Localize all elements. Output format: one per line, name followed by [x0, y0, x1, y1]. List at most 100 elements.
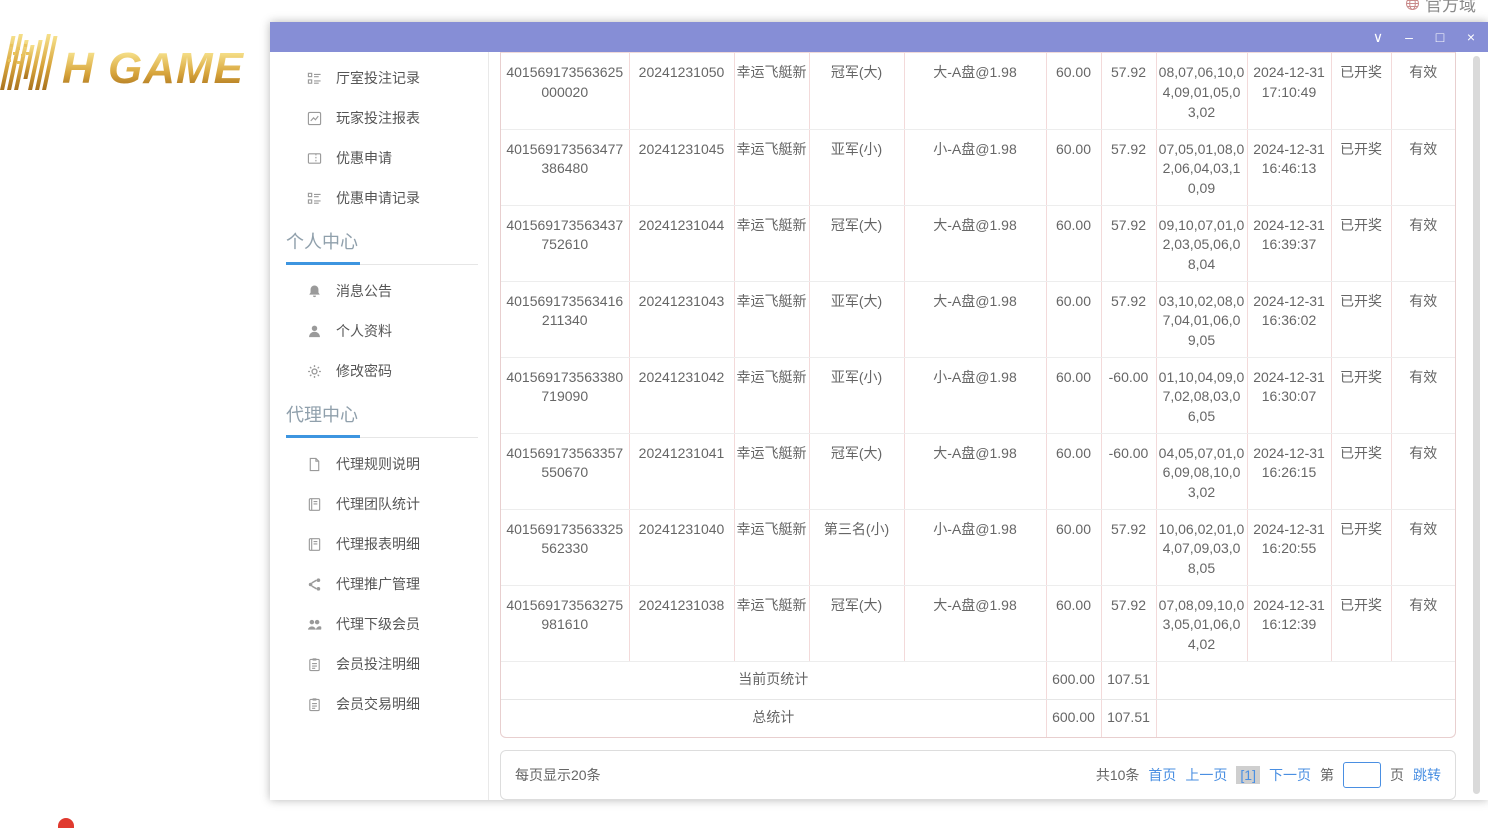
cell-status: 已开奖: [1331, 205, 1391, 281]
cell-content: 小-A盘@1.98: [904, 357, 1046, 433]
table-row: 40156917356338071909020241231042幸运飞艇新亚军(…: [501, 357, 1455, 433]
minimize-button[interactable]: –: [1396, 24, 1422, 50]
prev-page-link[interactable]: 上一页: [1185, 765, 1227, 785]
sidebar-item-label: 代理报表明细: [336, 534, 420, 554]
sidebar-item-label: 优惠申请: [336, 148, 392, 168]
sidebar-item[interactable]: 个人资料: [270, 311, 488, 351]
sidebar-item[interactable]: 消息公告: [270, 271, 488, 311]
clipboard-icon: [306, 696, 322, 712]
cell-order-id: 401569173563416211340: [501, 281, 629, 357]
sidebar-item[interactable]: 代理团队统计: [270, 484, 488, 524]
cell-time: 2024-12-31 16:36:02: [1247, 281, 1331, 357]
cell-play: 亚军(小): [809, 357, 904, 433]
cell-status: 已开奖: [1331, 357, 1391, 433]
cell-win-loss: 57.92: [1101, 53, 1156, 129]
share-icon: [306, 576, 322, 592]
window-content: 厅室投注记录玩家投注报表优惠申请优惠申请记录个人中心消息公告个人资料修改密码代理…: [270, 52, 1488, 800]
cell-game: 幸运飞艇新: [734, 53, 809, 129]
sidebar-item-label: 代理推广管理: [336, 574, 420, 594]
sidebar-section-header: 代理中心: [286, 401, 472, 438]
cell-time: 2024-12-31 16:12:39: [1247, 585, 1331, 661]
cell-status: 已开奖: [1331, 53, 1391, 129]
sidebar-item[interactable]: 优惠申请记录: [270, 178, 488, 218]
sidebar-item[interactable]: 修改密码: [270, 351, 488, 391]
sidebar-item[interactable]: 代理报表明细: [270, 524, 488, 564]
sidebar-item[interactable]: 代理下级会员: [270, 604, 488, 644]
stats-empty: [1156, 699, 1455, 737]
table-body: 40156917356362500002020241231050幸运飞艇新冠军(…: [501, 53, 1455, 737]
cell-valid: 有效: [1391, 53, 1455, 129]
current-page-indicator: [1]: [1236, 766, 1260, 784]
cell-result: 09,10,07,01,02,03,05,06,08,04: [1156, 205, 1247, 281]
cell-amount: 60.00: [1046, 53, 1101, 129]
sidebar-item[interactable]: 优惠申请: [270, 138, 488, 178]
cell-period: 20241231040: [629, 509, 734, 585]
next-page-link[interactable]: 下一页: [1269, 765, 1311, 785]
close-button[interactable]: ×: [1458, 24, 1484, 50]
cell-content: 小-A盘@1.98: [904, 509, 1046, 585]
table-row: 40156917356341621134020241231043幸运飞艇新亚军(…: [501, 281, 1455, 357]
cell-game: 幸运飞艇新: [734, 509, 809, 585]
bet-records-table-wrap: 40156917356362500002020241231050幸运飞艇新冠军(…: [500, 52, 1456, 738]
cell-content: 大-A盘@1.98: [904, 205, 1046, 281]
sidebar-item[interactable]: 代理推广管理: [270, 564, 488, 604]
sidebar-item[interactable]: 代理规则说明: [270, 444, 488, 484]
stats-label: 总统计: [501, 699, 1046, 737]
table-row: 40156917356343775261020241231044幸运飞艇新冠军(…: [501, 205, 1455, 281]
cell-result: 10,06,02,01,04,07,09,03,08,05: [1156, 509, 1247, 585]
sidebar-item-label: 代理规则说明: [336, 454, 420, 474]
sidebar-item-label: 修改密码: [336, 361, 392, 381]
cell-amount: 60.00: [1046, 281, 1101, 357]
sidebar: 厅室投注记录玩家投注报表优惠申请优惠申请记录个人中心消息公告个人资料修改密码代理…: [270, 52, 489, 800]
cell-valid: 有效: [1391, 357, 1455, 433]
sidebar-item[interactable]: 厅室投注记录: [270, 58, 488, 98]
section-underline: [286, 435, 478, 438]
maximize-button[interactable]: □: [1427, 24, 1453, 50]
cell-game: 幸运飞艇新: [734, 281, 809, 357]
sidebar-item[interactable]: 玩家投注报表: [270, 98, 488, 138]
file-icon: [306, 456, 322, 472]
logo-dots: [8, 44, 38, 70]
cell-result: 03,10,02,08,07,04,01,06,09,05: [1156, 281, 1247, 357]
jump-link[interactable]: 跳转: [1413, 765, 1441, 785]
sidebar-item[interactable]: 会员投注明细: [270, 644, 488, 684]
cell-order-id: 401569173563437752610: [501, 205, 629, 281]
cell-order-id: 401569173563275981610: [501, 585, 629, 661]
page-number-input[interactable]: [1343, 762, 1381, 788]
bet-records-table: 40156917356362500002020241231050幸运飞艇新冠军(…: [501, 53, 1455, 738]
cell-content: 小-A盘@1.98: [904, 129, 1046, 205]
stats-win-loss: 107.51: [1101, 661, 1156, 699]
cell-play: 冠军(大): [809, 205, 904, 281]
first-page-link[interactable]: 首页: [1148, 765, 1176, 785]
cell-result: 01,10,04,09,07,02,08,03,06,05: [1156, 357, 1247, 433]
sidebar-item-label: 优惠申请记录: [336, 188, 420, 208]
official-domain-label: 官方域: [1425, 0, 1476, 16]
cell-time: 2024-12-31 16:20:55: [1247, 509, 1331, 585]
sidebar-item[interactable]: 会员交易明细: [270, 684, 488, 724]
cell-status: 已开奖: [1331, 433, 1391, 509]
table-row: 40156917356335755067020241231041幸运飞艇新冠军(…: [501, 433, 1455, 509]
cell-period: 20241231044: [629, 205, 734, 281]
cell-content: 大-A盘@1.98: [904, 433, 1046, 509]
page-suffix-label: 页: [1390, 765, 1404, 785]
logo-hh-game: H GAME: [6, 30, 244, 90]
cell-win-loss: -60.00: [1101, 433, 1156, 509]
total-count-label: 共10条: [1096, 765, 1140, 785]
sidebar-section-title: 代理中心: [286, 401, 472, 435]
stats-empty: [1156, 661, 1455, 699]
cell-period: 20241231042: [629, 357, 734, 433]
sidebar-item-label: 个人资料: [336, 321, 392, 341]
window-titlebar: ∨ – □ ×: [270, 22, 1488, 52]
official-domain-link[interactable]: 官方域: [1405, 0, 1476, 16]
chevron-down-icon[interactable]: ∨: [1365, 24, 1391, 50]
cell-period: 20241231038: [629, 585, 734, 661]
book-icon: [306, 536, 322, 552]
logo-text: H GAME: [58, 48, 244, 90]
cell-valid: 有效: [1391, 205, 1455, 281]
cell-win-loss: 57.92: [1101, 585, 1156, 661]
cell-order-id: 401569173563325562330: [501, 509, 629, 585]
users-icon: [306, 616, 322, 632]
cell-result: 07,08,09,10,03,05,01,06,04,02: [1156, 585, 1247, 661]
vertical-scrollbar[interactable]: [1473, 56, 1480, 794]
globe-icon: [1405, 0, 1420, 11]
